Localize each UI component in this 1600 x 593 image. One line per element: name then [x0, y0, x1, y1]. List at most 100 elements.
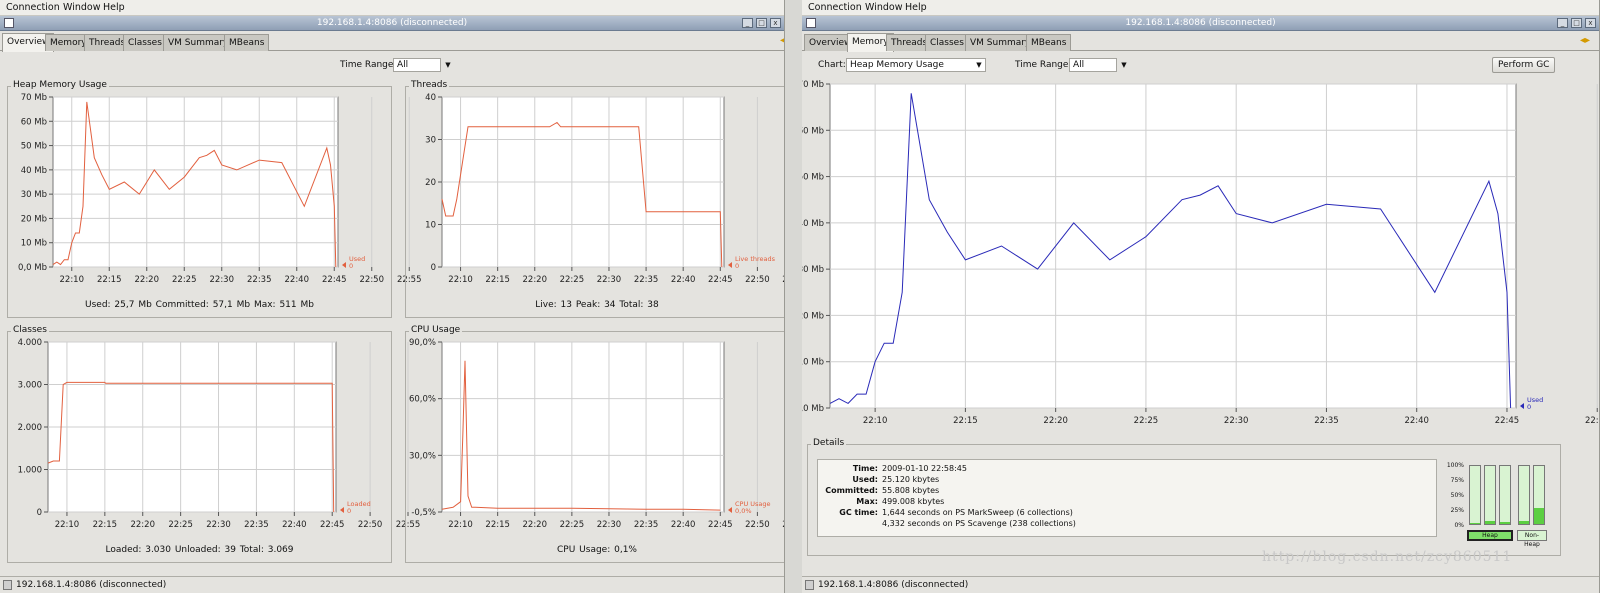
plot-area: [441, 341, 725, 513]
details-title: Details: [811, 438, 847, 448]
nonheap-bar-label[interactable]: Non-Heap: [1517, 530, 1547, 548]
heap-pool-bar[interactable]: [1499, 465, 1511, 525]
y-tick-label: 30 Mb: [21, 190, 47, 200]
detail-used: Used: 25.120 kbytes: [818, 475, 1436, 486]
heap-summary: Used: 25,7 Mb Committed: 57,1 Mb Max: 51…: [85, 300, 314, 310]
x-tick-label: 22:50: [360, 275, 385, 285]
y-tick-label: 0,0 Mb: [18, 263, 47, 273]
threads-panel: Threads 0 10 20 30 40 22:10 22:15 22:20 22:25 22:…: [405, 80, 785, 318]
classes-summary: Loaded: 3.030 Unloaded: 39 Total: 3.069: [105, 545, 294, 555]
minimize-button[interactable]: _: [742, 18, 753, 28]
close-button[interactable]: x: [1585, 18, 1596, 28]
x-tick-label: 22:20: [135, 275, 160, 285]
y-tick-label: 50 Mb: [802, 173, 824, 183]
detail-gc-time: GC time: 1,644 seconds on PS MarkSweep (6…: [818, 508, 1436, 519]
tab-strip: Overview Memory Threads Classes VM Summa…: [802, 33, 1599, 52]
tab-vm-summary[interactable]: VM Summary: [163, 34, 234, 51]
heap-pool-bar[interactable]: [1484, 465, 1496, 525]
y-tick-label: 10 Mb: [802, 358, 824, 368]
y-tick-label: 50 Mb: [21, 142, 47, 152]
minimize-button[interactable]: _: [1557, 18, 1568, 28]
classes-panel: Classes 0 1.000 2.000 3.000 4.000 22:10 22:15 2…: [7, 325, 421, 563]
menu-help[interactable]: Help: [905, 2, 927, 13]
heap-bar-label[interactable]: Heap: [1467, 530, 1513, 541]
pct-tick: 100%: [1446, 462, 1464, 469]
x-tick-label: 22:15: [953, 416, 978, 426]
perform-gc-button[interactable]: Perform GC: [1492, 57, 1556, 73]
x-tick-label: 22:35: [634, 520, 659, 530]
y-tick-label: 60 Mb: [802, 126, 824, 136]
x-tick-label: 22:20: [523, 520, 548, 530]
x-tick-label: 22:45: [708, 275, 733, 285]
close-button[interactable]: x: [770, 18, 781, 28]
y-tick-label: 1.000: [18, 466, 42, 476]
plot-area: [829, 83, 1517, 409]
y-tick-label: 70 Mb: [802, 80, 824, 90]
detail-key: Used:: [852, 475, 878, 484]
maximize-button[interactable]: □: [756, 18, 767, 28]
menu-window[interactable]: Window: [865, 2, 902, 13]
legend-marker: [1520, 403, 1524, 409]
chart-svg: -0,5% 30,0% 60,0% 90,0% 22:10 22:15 22:20 22:25…: [409, 338, 785, 530]
chevron-down-icon: ▼: [445, 61, 451, 69]
detail-max: Max: 499.008 kbytes: [818, 497, 1436, 508]
tab-classes[interactable]: Classes: [123, 34, 167, 51]
y-tick-label: 70 Mb: [21, 93, 47, 103]
x-tick-label: 22:55: [782, 275, 785, 285]
y-tick-label: 0,0 Mb: [802, 404, 824, 414]
heap-pool-bar[interactable]: [1469, 465, 1481, 525]
menu-connection[interactable]: Connection: [6, 2, 60, 13]
y-tick-label: 40: [425, 93, 436, 103]
connection-status-icon: [805, 580, 814, 590]
x-tick-label: 22:55: [782, 520, 785, 530]
heap-chart: 0,0 Mb 10 Mb 20 Mb 30 Mb 40 Mb 50 Mb 60 Mb 70 M…: [8, 87, 421, 297]
chart-select[interactable]: Heap Memory Usage ▼: [846, 58, 986, 72]
pct-tick: 50%: [1450, 492, 1464, 499]
nonheap-pool-bar[interactable]: [1533, 465, 1545, 525]
left-window: Connection Window Help 192.168.1.4:8086 …: [0, 0, 785, 593]
tab-vm-summary[interactable]: VM Summary: [965, 34, 1036, 51]
menu-help[interactable]: Help: [103, 2, 125, 13]
detail-committed: Committed: 55.808 kbytes: [818, 486, 1436, 497]
x-tick-label: 22:40: [285, 275, 310, 285]
y-tick-label: 10: [425, 221, 436, 231]
memory-pool-bars: 100% 75% 50% 25% 0% Heap Non-Heap: [1442, 459, 1560, 548]
time-range-label: Time Range:: [340, 60, 397, 70]
nonheap-pool-bar[interactable]: [1518, 465, 1530, 525]
y-tick-label: 40 Mb: [802, 219, 824, 229]
menu-connection[interactable]: Connection: [808, 2, 862, 13]
detach-arrows-icon[interactable]: ◂▸: [780, 36, 784, 46]
x-tick-label: 22:15: [97, 275, 122, 285]
tab-mbeans[interactable]: MBeans: [224, 34, 270, 51]
time-range-select[interactable]: All ▼: [393, 58, 451, 72]
x-tick-label: 22:10: [55, 520, 80, 530]
tab-mbeans[interactable]: MBeans: [1026, 34, 1072, 51]
x-tick-label: 22:25: [560, 275, 585, 285]
y-tick-label: 3.000: [18, 381, 42, 391]
x-tick-label: 22:30: [1224, 416, 1249, 426]
x-tick-label: 22:10: [448, 520, 473, 530]
detail-value: 499.008 kbytes: [882, 497, 945, 506]
pct-tick: 0%: [1454, 522, 1464, 529]
tab-classes[interactable]: Classes: [925, 34, 969, 51]
legend-value: 0,0%: [735, 507, 752, 515]
x-tick-label: 22:25: [172, 275, 197, 285]
detail-value: 1,644 seconds on PS MarkSweep (6 collect…: [882, 508, 1073, 517]
x-tick-label: 22:25: [168, 520, 193, 530]
status-bar: 192.168.1.4:8086 (disconnected): [802, 576, 1599, 593]
x-tick-label: 22:50: [1585, 416, 1600, 426]
y-tick-label: -0,5%: [411, 508, 436, 518]
detach-arrows-icon[interactable]: ◂▸: [1580, 36, 1596, 46]
y-tick-label: 60 Mb: [21, 117, 47, 127]
detail-gc-scavenge: 4,332 seconds on PS Scavenge (238 collec…: [882, 519, 1076, 528]
cpu-summary: CPU Usage: 0,1%: [557, 545, 637, 555]
time-range-select[interactable]: All ▼: [1069, 58, 1127, 72]
chart-label: Chart:: [818, 60, 846, 70]
menu-window[interactable]: Window: [63, 2, 100, 13]
maximize-button[interactable]: □: [1571, 18, 1582, 28]
chart-svg: 0 1.000 2.000 3.000 4.000 22:10 22:15 22:20 22:2…: [18, 338, 421, 530]
y-tick-label: 20 Mb: [802, 311, 824, 321]
right-window: Connection Window Help 192.168.1.4:8086 …: [802, 0, 1600, 593]
chevron-down-icon: ▼: [1121, 61, 1127, 69]
x-tick-label: 22:50: [745, 275, 770, 285]
